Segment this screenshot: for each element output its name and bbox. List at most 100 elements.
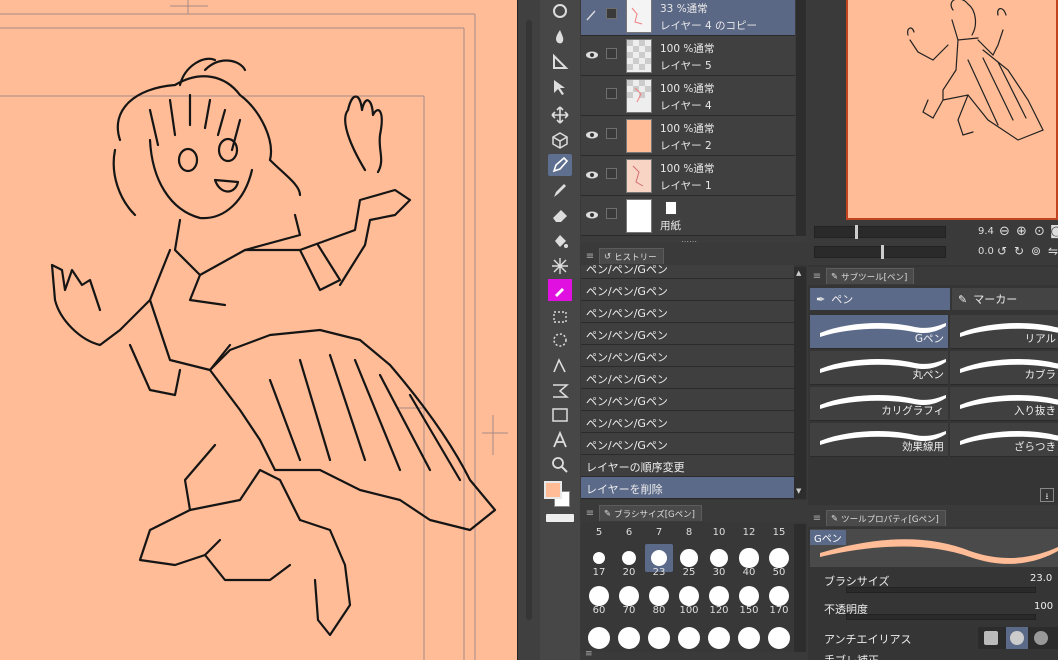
download-icon[interactable]: ⭳ xyxy=(1040,488,1054,502)
pen-tool-icon[interactable] xyxy=(548,154,572,176)
history-item[interactable]: ペン/ペン/Gペン xyxy=(581,323,794,345)
brush-size-option[interactable] xyxy=(585,624,613,652)
brush-size-top-label[interactable]: 8 xyxy=(675,527,703,538)
eye-icon[interactable] xyxy=(585,128,599,142)
history-item[interactable]: レイヤーの順序変更 xyxy=(581,455,794,477)
history-item[interactable]: ペン/ペン/Gペン xyxy=(581,411,794,433)
eye-icon[interactable] xyxy=(585,208,599,222)
layer-lock-checkbox[interactable] xyxy=(606,88,617,99)
layer-lock-checkbox[interactable] xyxy=(606,208,617,219)
history-tab[interactable]: ↺ ヒストリー xyxy=(599,248,664,264)
effect-line-tool-icon[interactable] xyxy=(548,255,572,277)
brush-preset[interactable]: 効果線用 xyxy=(810,423,948,457)
subtool-tab[interactable]: ✎ サブツール[ペン] xyxy=(826,268,915,284)
layer-lock-checkbox[interactable] xyxy=(606,48,617,59)
navigator-preview[interactable] xyxy=(846,0,1058,220)
brush-preset[interactable]: リアル xyxy=(950,315,1058,349)
history-item[interactable]: ペン/ペン/Gペン xyxy=(581,433,794,455)
brush-size-top-label[interactable]: 7 xyxy=(645,527,673,538)
brush-size-top-label[interactable]: 12 xyxy=(735,527,763,538)
brush-preset[interactable]: Gペン xyxy=(810,315,948,349)
eye-icon[interactable] xyxy=(585,168,599,182)
menu-icon[interactable]: ≡ xyxy=(808,271,826,282)
menu-icon[interactable]: ≡ xyxy=(808,513,826,524)
brush-size-option[interactable] xyxy=(645,624,673,652)
ruler-tool-icon[interactable] xyxy=(548,51,572,73)
brush-size-option[interactable] xyxy=(765,624,793,652)
layer-row[interactable]: 100 %通常 レイヤー 1 xyxy=(581,156,795,196)
brush-preset[interactable]: カブラ xyxy=(950,351,1058,385)
actual-size-icon[interactable]: ◙ xyxy=(1050,224,1058,239)
drawing-canvas[interactable] xyxy=(0,0,517,660)
brush-size-tab[interactable]: ✎ ブラシサイズ[Gペン] xyxy=(599,505,702,521)
zoom-slider[interactable] xyxy=(814,225,946,239)
brush-preset[interactable]: 入り抜き xyxy=(950,387,1058,421)
rotate-tool-icon[interactable] xyxy=(548,329,572,351)
scroll-up-icon[interactable]: ▲ xyxy=(796,269,804,277)
subtool-group-pen[interactable]: ✒ ペン xyxy=(810,288,950,310)
tool-property-tab[interactable]: ✎ ツールプロパティ[Gペン] xyxy=(826,510,946,526)
zoom-in-icon[interactable]: ⊕ xyxy=(1016,224,1027,239)
menu-icon[interactable]: ≡ xyxy=(581,508,599,519)
brush-size-option[interactable] xyxy=(675,624,703,652)
brush-size-option[interactable] xyxy=(735,624,763,652)
menu-icon[interactable]: ≡ xyxy=(581,251,599,262)
3d-tool-icon[interactable] xyxy=(548,129,572,151)
layer-scrollbar[interactable] xyxy=(796,0,806,236)
fill-tool-icon[interactable] xyxy=(548,230,572,252)
layer-lock-checkbox[interactable] xyxy=(606,8,617,19)
zoom-out-icon[interactable]: ⊖ xyxy=(999,224,1010,239)
layer-row[interactable]: 33 %通常 レイヤー 4 のコピー xyxy=(581,0,795,36)
transparent-color-icon[interactable] xyxy=(546,514,574,522)
select-arrow-icon[interactable] xyxy=(548,76,572,98)
brush-preset[interactable]: 丸ペン xyxy=(810,351,948,385)
scroll-down-icon[interactable]: ▼ xyxy=(796,487,804,495)
lasso-tool-icon[interactable] xyxy=(548,305,572,327)
flip-horizontal-icon[interactable]: ⇋ xyxy=(1048,244,1058,258)
subtool-group-marker[interactable]: ✎ マーカー xyxy=(952,288,1058,310)
brush-size-option[interactable] xyxy=(705,624,733,652)
frame-tool-icon[interactable] xyxy=(548,380,572,402)
history-item[interactable]: ペン/ペン/Gペン xyxy=(581,301,794,323)
opacity-slider[interactable] xyxy=(846,614,1036,620)
pencil-tool-icon[interactable] xyxy=(548,180,572,202)
pen-layer-icon[interactable] xyxy=(585,8,599,22)
drop-tool-icon[interactable] xyxy=(548,26,572,48)
fit-icon[interactable]: ⊙ xyxy=(1034,224,1045,239)
history-item[interactable]: ペン/ペン/Gペン xyxy=(581,367,794,389)
history-item[interactable]: ペン/ペン/Gペン xyxy=(581,345,794,367)
balloon-tool-icon[interactable] xyxy=(548,404,572,426)
layer-lock-checkbox[interactable] xyxy=(606,128,617,139)
color-picker-tool-icon[interactable] xyxy=(548,279,572,301)
brush-preset[interactable]: カリグラフィ xyxy=(810,387,948,421)
canvas-scrollbar[interactable] xyxy=(526,20,532,620)
layer-row[interactable]: 100 %通常 レイヤー 5 xyxy=(581,36,795,76)
adjust-tool-icon[interactable] xyxy=(548,0,572,22)
layer-row[interactable]: 100 %通常 レイヤー 4 xyxy=(581,76,795,116)
brush-size-top-label[interactable]: 6 xyxy=(615,527,643,538)
move-tool-icon[interactable] xyxy=(548,104,572,126)
text-tool-icon[interactable] xyxy=(548,429,572,451)
eraser-tool-icon[interactable] xyxy=(548,204,572,226)
eye-icon[interactable] xyxy=(585,48,599,62)
brush-size-top-label[interactable]: 10 xyxy=(705,527,733,538)
antialias-selector[interactable] xyxy=(978,627,1058,649)
rotate-right-icon[interactable]: ↻ xyxy=(1014,244,1024,258)
layer-row[interactable]: 用紙 xyxy=(581,196,795,236)
text-edit-tool-icon[interactable] xyxy=(548,355,572,377)
layer-row[interactable]: 100 %通常 レイヤー 2 xyxy=(581,116,795,156)
brush-size-slider[interactable] xyxy=(846,587,1036,593)
main-color-swatch[interactable] xyxy=(544,481,562,499)
brush-size-top-label[interactable]: 15 xyxy=(765,527,793,538)
brush-preset[interactable]: ざらつき xyxy=(950,423,1058,457)
eye-hidden-icon[interactable] xyxy=(585,88,599,102)
zoom-tool-icon[interactable] xyxy=(548,454,572,476)
history-item[interactable]: ペン/ペン/Gペン xyxy=(581,279,794,301)
history-scrollbar[interactable]: ▲ ▼ xyxy=(794,267,806,499)
history-item[interactable]: ペン/ペン/Gペン xyxy=(581,265,794,279)
rotation-slider[interactable] xyxy=(814,245,946,259)
resize-grip-icon[interactable]: ⋯⋯ xyxy=(681,237,697,246)
brush-size-option[interactable] xyxy=(615,624,643,652)
history-item[interactable]: ペン/ペン/Gペン xyxy=(581,389,794,411)
layer-lock-checkbox[interactable] xyxy=(606,168,617,179)
